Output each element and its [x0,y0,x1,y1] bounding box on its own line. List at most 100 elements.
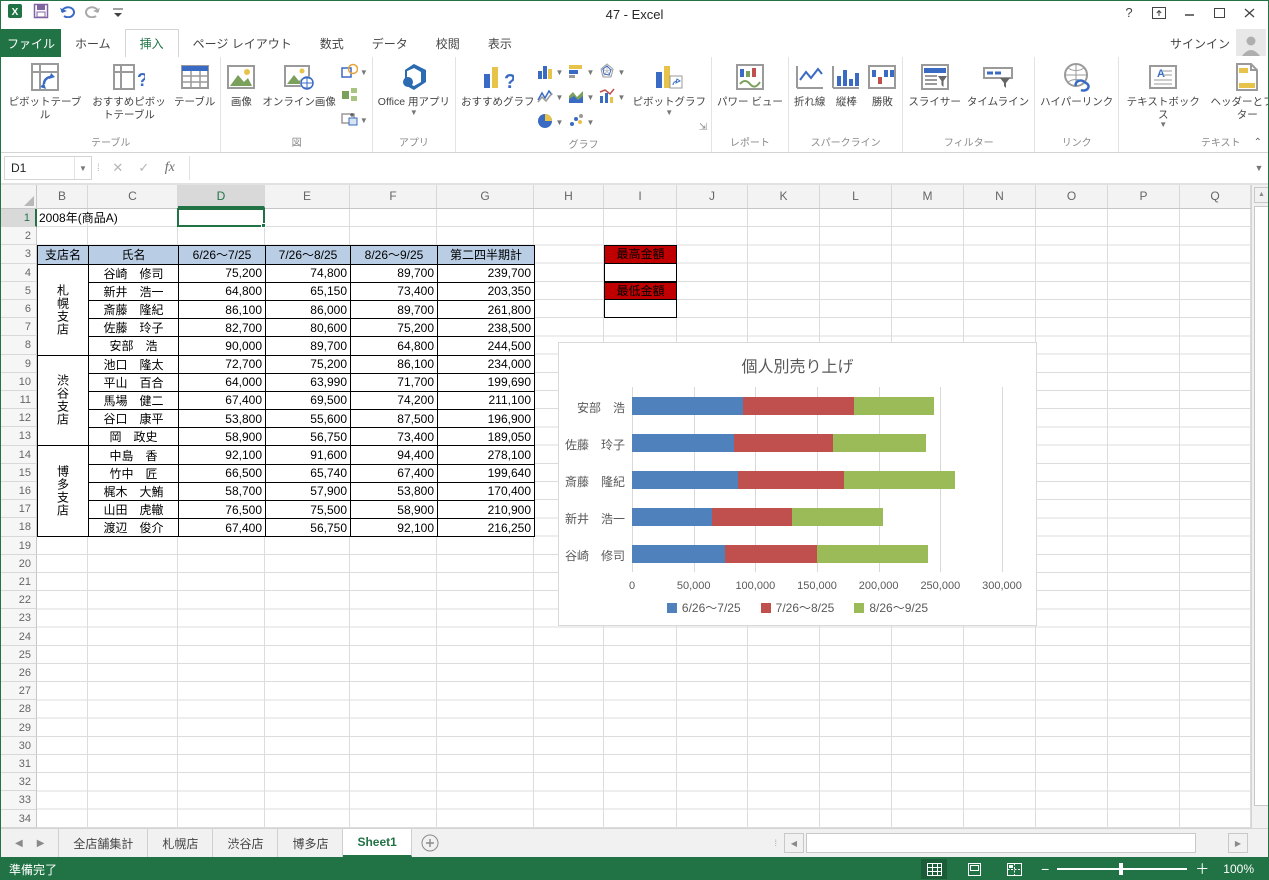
vertical-scrollbar[interactable]: ▲ [1251,185,1269,828]
ribbon-tab-ページ レイアウト[interactable]: ページ レイアウト [179,29,306,57]
formula-input[interactable] [189,156,1250,180]
row-header-15[interactable]: 15 [1,464,37,482]
sheet-nav-right-icon[interactable]: ▶ [37,838,45,849]
row-header-30[interactable]: 30 [1,737,37,755]
row-header-34[interactable]: 34 [1,810,37,828]
column-header-G[interactable]: G [437,185,534,208]
maximize-button[interactable] [1204,1,1234,27]
ribbon-display-options-button[interactable] [1144,1,1174,27]
name-box-dropdown-icon[interactable]: ▼ [74,157,91,179]
ribbon-tab-校閲[interactable]: 校閲 [422,29,474,57]
sheet-tab-札幌店[interactable]: 札幌店 [148,829,213,857]
sparkline-line-button[interactable]: 折れ線 [791,60,829,132]
column-header-Q[interactable]: Q [1180,185,1251,208]
row-header-27[interactable]: 27 [1,682,37,700]
smartart-button[interactable] [341,86,368,106]
minimize-button[interactable] [1174,1,1204,27]
row-header-22[interactable]: 22 [1,591,37,609]
column-header-N[interactable]: N [964,185,1036,208]
row-header-14[interactable]: 14 [1,446,37,464]
pivot-table-button[interactable]: ピボットテーブル [3,60,87,132]
new-sheet-button[interactable] [412,829,448,857]
scatter-chart-button[interactable]: ▼ [568,112,598,132]
row-header-21[interactable]: 21 [1,573,37,591]
sheet-tab-Sheet1[interactable]: Sheet1 [343,829,411,857]
text-box-button[interactable]: Aテキストボックス▼ [1121,60,1205,132]
column-header-M[interactable]: M [892,185,964,208]
column-header-H[interactable]: H [534,185,604,208]
recommended-pivot-tables-button[interactable]: ?おすすめピボットテーブル [87,60,171,132]
ribbon-tab-表示[interactable]: 表示 [474,29,526,57]
cancel-formula-button[interactable]: ✕ [105,156,131,180]
ribbon-tab-ホーム[interactable]: ホーム [61,29,125,57]
line-chart-button[interactable]: ▼ [537,87,567,107]
row-header-16[interactable]: 16 [1,482,37,500]
scroll-left-icon[interactable]: ◀ [784,833,804,853]
sheet-tab-全店舗集計[interactable]: 全店舗集計 [58,829,148,857]
ribbon-tab-insert-active[interactable]: 挿入 [125,29,179,57]
radar-chart-button[interactable]: ▼ [599,62,629,82]
power-view-button[interactable]: パワー ビュー [714,60,786,132]
sign-in-link[interactable]: サインイン [1170,29,1230,57]
page-break-view-button[interactable] [1001,859,1027,879]
timeline-button[interactable]: タイムライン [964,60,1032,132]
tab-scroll-splitter[interactable]: ⁞ [768,829,784,857]
user-avatar[interactable] [1236,29,1266,56]
horizontal-scroll-thumb[interactable] [806,833,1196,853]
selected-cell-d1[interactable] [177,208,265,227]
header-footer-button[interactable]: ヘッダーとフッター [1205,60,1269,132]
row-header-1[interactable]: 1 [1,209,37,227]
row-header-32[interactable]: 32 [1,773,37,791]
sales-chart[interactable]: 個人別売り上げ050,000100,000150,000200,000250,0… [558,342,1037,626]
row-header-33[interactable]: 33 [1,791,37,809]
name-box[interactable]: D1 ▼ [4,156,92,180]
enter-formula-button[interactable]: ✓ [131,156,157,180]
apps-for-office-button[interactable]: Office 用アプリ▼ [375,60,453,132]
column-header-C[interactable]: C [88,185,178,208]
column-header-F[interactable]: F [350,185,437,208]
sheet-tab-博多店[interactable]: 博多店 [278,829,343,857]
row-header-9[interactable]: 9 [1,355,37,373]
row-header-3[interactable]: 3 [1,245,37,263]
insert-function-button[interactable]: fx [157,156,183,180]
zoom-level[interactable]: 100% [1223,862,1254,876]
close-button[interactable] [1234,1,1264,27]
zoom-slider-thumb[interactable] [1119,863,1123,875]
row-header-25[interactable]: 25 [1,646,37,664]
recommended-charts-button[interactable]: ?おすすめグラフ [458,60,538,132]
row-header-13[interactable]: 13 [1,427,37,445]
horizontal-scroll-track[interactable] [806,833,1226,853]
area-chart-button[interactable]: ▼ [568,87,598,107]
row-header-20[interactable]: 20 [1,555,37,573]
row-header-23[interactable]: 23 [1,609,37,627]
row-header-26[interactable]: 26 [1,664,37,682]
row-header-12[interactable]: 12 [1,409,37,427]
row-header-8[interactable]: 8 [1,336,37,354]
row-header-6[interactable]: 6 [1,300,37,318]
slicer-button[interactable]: スライサー [905,60,964,132]
column-header-P[interactable]: P [1108,185,1180,208]
pictures-button[interactable]: 画像 [223,60,259,132]
row-header-4[interactable]: 4 [1,264,37,282]
charts-dialog-launcher[interactable]: ⇲ [696,120,710,134]
hyperlink-button[interactable]: ハイパーリンク [1037,60,1116,132]
column-header-D[interactable]: D [178,185,265,208]
column-header-O[interactable]: O [1036,185,1108,208]
scroll-right-icon[interactable]: ▶ [1228,833,1248,853]
table-button[interactable]: テーブル [171,60,218,132]
sparkline-column-button[interactable]: 縦棒 [828,60,864,132]
page-layout-view-button[interactable] [961,859,987,879]
sheet-tab-渋谷店[interactable]: 渋谷店 [213,829,278,857]
row-header-7[interactable]: 7 [1,318,37,336]
bar-chart-button[interactable]: ▼ [568,62,598,82]
select-all-corner[interactable] [1,185,37,208]
combo-chart-button[interactable]: ▼ [599,87,629,107]
column-header-L[interactable]: L [820,185,892,208]
sheet-nav-left-icon[interactable]: ◀ [15,838,23,849]
column-chart-button[interactable]: ▼ [537,62,567,82]
online-pictures-button[interactable]: オンライン画像 [259,60,339,132]
row-header-24[interactable]: 24 [1,628,37,646]
expand-formula-bar-icon[interactable]: ▼ [1250,163,1268,173]
worksheet-grid[interactable]: BCDEFGHIJKLMNOPQ123456789101112131415161… [1,185,1269,828]
formula-bar-splitter[interactable]: ⁞ [92,163,105,174]
